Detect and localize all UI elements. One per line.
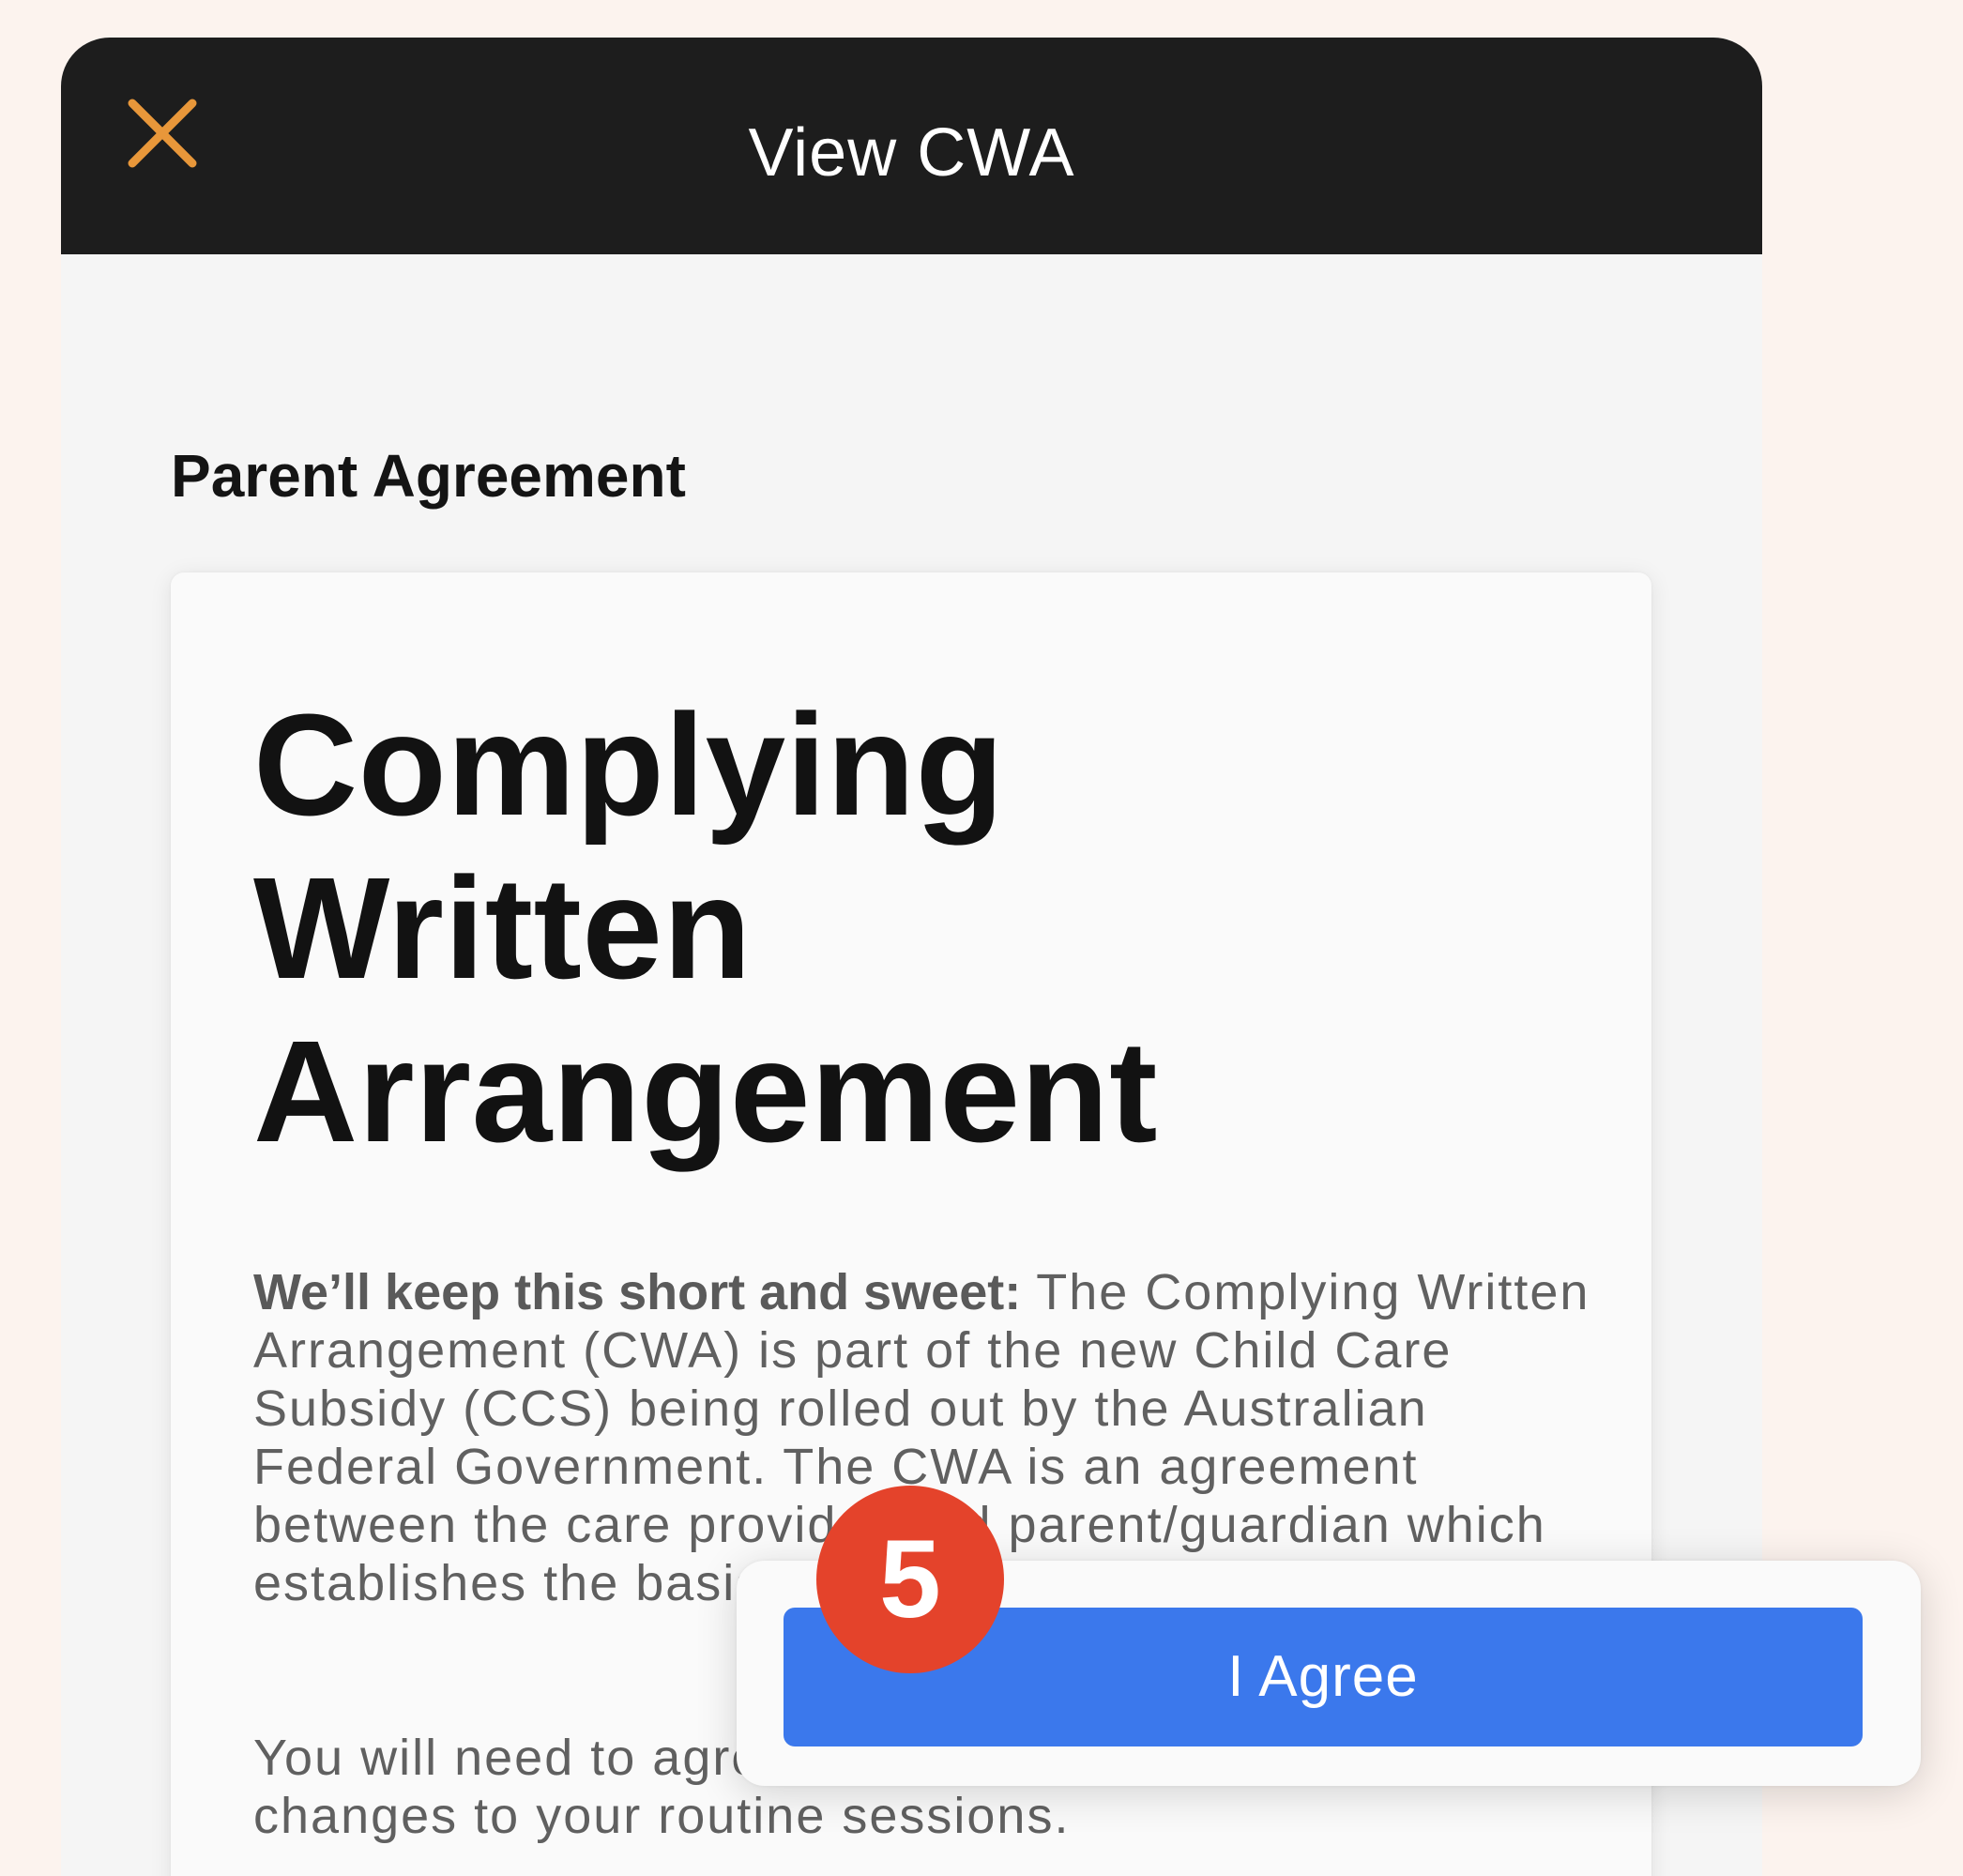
document-title: Complying Written Arrangement	[253, 683, 1158, 1173]
intro-lead: We’ll keep this short and sweet:	[253, 1264, 1022, 1320]
document-title-line: Written	[253, 847, 753, 1009]
nav-bar: View CWA	[61, 38, 1762, 254]
document-title-line: Complying	[253, 684, 1005, 846]
page-title: View CWA	[748, 115, 1075, 191]
step-number-badge: 5	[816, 1486, 1004, 1673]
document-title-line: Arrangement	[253, 1011, 1158, 1172]
section-heading: Parent Agreement	[171, 442, 686, 510]
